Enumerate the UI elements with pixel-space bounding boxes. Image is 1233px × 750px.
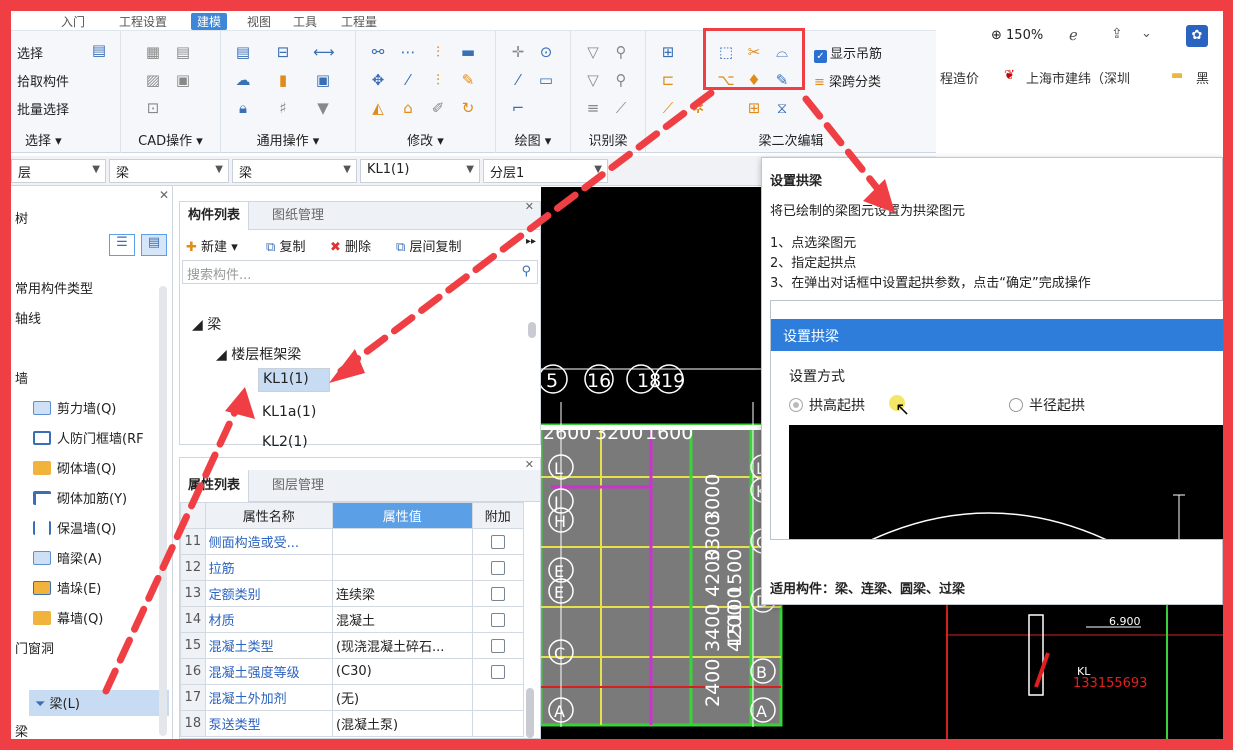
annotation-arrows — [102, 89, 895, 695]
screenshot-frame: 入门 工程设置 建模 视图 工具 工程量 选择 拾取构件 批量选择 ▤ 选择 ▾… — [11, 11, 1223, 739]
